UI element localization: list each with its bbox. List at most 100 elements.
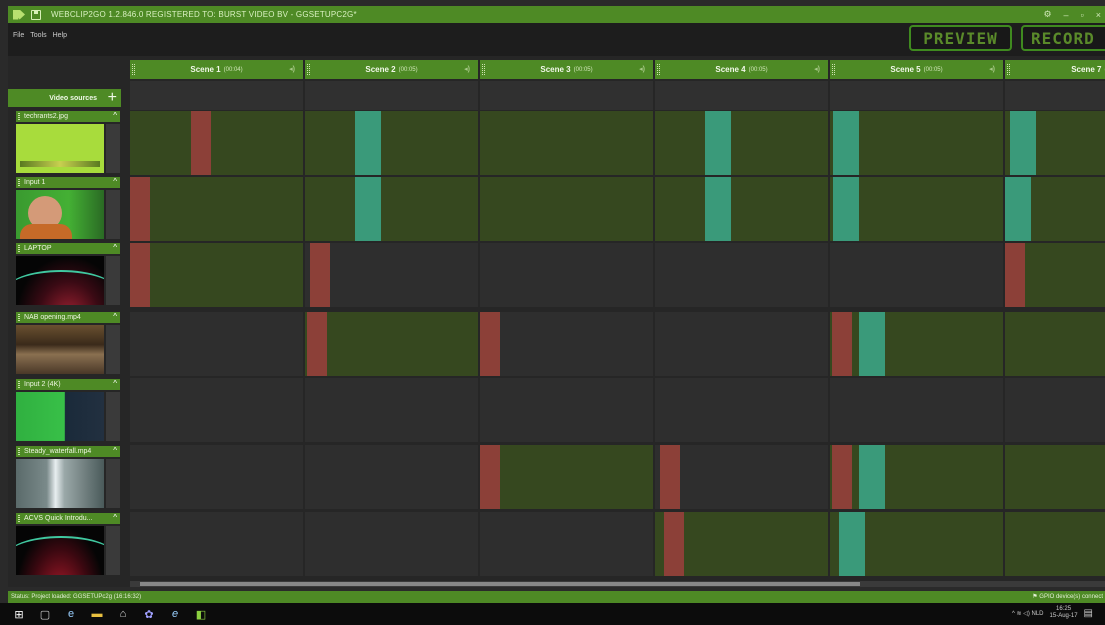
- scene-cell[interactable]: [130, 111, 303, 175]
- scene-cell[interactable]: [655, 512, 828, 576]
- notifications-icon[interactable]: ▤: [1084, 608, 1093, 619]
- scene-cell[interactable]: [130, 378, 303, 442]
- scene-header[interactable]: Scene 1 (00:04) ◂): [130, 60, 303, 79]
- video-source-item[interactable]: Steady_waterfall.mp4 ^: [16, 446, 120, 508]
- source-thumbnail[interactable]: [16, 459, 104, 508]
- source-label-bar[interactable]: Steady_waterfall.mp4 ^: [16, 446, 120, 457]
- record-button[interactable]: RECORD: [1021, 25, 1105, 51]
- drag-handle-icon[interactable]: [18, 448, 20, 455]
- transition-out-marker[interactable]: [832, 445, 852, 509]
- drag-handle-icon[interactable]: [18, 515, 20, 522]
- drag-handle-icon[interactable]: [132, 64, 135, 75]
- transition-out-marker[interactable]: [660, 445, 680, 509]
- start-button-icon[interactable]: ⊞: [12, 607, 26, 621]
- drag-handle-icon[interactable]: [18, 113, 20, 120]
- source-thumbnail[interactable]: [16, 392, 104, 441]
- scene-cell[interactable]: [305, 512, 478, 576]
- source-label-bar[interactable]: Input 2 (4K) ^: [16, 379, 120, 390]
- source-label-bar[interactable]: Input 1 ^: [16, 177, 120, 188]
- close-button[interactable]: ×: [1096, 10, 1101, 20]
- video-source-item[interactable]: Input 1 ^: [16, 177, 120, 239]
- edge-browser-icon[interactable]: e: [64, 607, 78, 621]
- maximize-button[interactable]: ▫: [1081, 10, 1084, 20]
- scene-cell[interactable]: [830, 445, 1003, 509]
- transition-out-marker[interactable]: [307, 312, 327, 376]
- store-icon[interactable]: ⌂: [116, 607, 130, 621]
- drag-handle-icon[interactable]: [18, 245, 20, 252]
- source-thumbnail[interactable]: [16, 256, 104, 305]
- scene-cell[interactable]: [1005, 243, 1105, 307]
- scene-cell[interactable]: [830, 177, 1003, 241]
- transition-out-marker[interactable]: [832, 312, 852, 376]
- chevron-up-icon[interactable]: ^: [113, 243, 117, 252]
- scene-cell[interactable]: [480, 512, 653, 576]
- minimize-button[interactable]: –: [1064, 10, 1069, 20]
- transition-in-marker[interactable]: [705, 111, 731, 175]
- chevron-up-icon[interactable]: ^: [113, 446, 117, 455]
- speaker-icon[interactable]: ◂): [289, 65, 295, 73]
- scene-cell[interactable]: [480, 243, 653, 307]
- transition-in-marker[interactable]: [859, 312, 885, 376]
- speaker-icon[interactable]: ◂): [989, 65, 995, 73]
- scene-cell[interactable]: [1005, 177, 1105, 241]
- scene-cell[interactable]: [480, 111, 653, 175]
- source-label-bar[interactable]: LAPTOP ^: [16, 243, 120, 254]
- scene-header[interactable]: Scene 5 (00:05) ◂): [830, 60, 1003, 79]
- drag-handle-icon[interactable]: [18, 314, 20, 321]
- scene-cell[interactable]: [305, 378, 478, 442]
- transition-in-marker[interactable]: [859, 445, 885, 509]
- drag-handle-icon[interactable]: [18, 381, 20, 388]
- webclip2go-taskbar-icon[interactable]: ◧: [194, 607, 208, 621]
- file-explorer-icon[interactable]: ▬: [90, 607, 104, 621]
- scene-header[interactable]: Scene 2 (00:05) ◂): [305, 60, 478, 79]
- speaker-icon[interactable]: ◂): [464, 65, 470, 73]
- scene-header[interactable]: Scene 7(0(◂): [1005, 60, 1105, 79]
- transition-in-marker[interactable]: [839, 512, 865, 576]
- transition-out-marker[interactable]: [1005, 243, 1025, 307]
- chevron-up-icon[interactable]: ^: [113, 177, 117, 186]
- video-source-item[interactable]: techrants2.jpg ^: [16, 111, 120, 173]
- menu-file[interactable]: File: [13, 32, 24, 39]
- scene-cell[interactable]: [830, 378, 1003, 442]
- scene-cell[interactable]: [480, 378, 653, 442]
- scene-cell[interactable]: [130, 312, 303, 376]
- scene-cell[interactable]: [830, 243, 1003, 307]
- scene-header[interactable]: Scene 4 (00:05) ◂): [655, 60, 828, 79]
- transition-in-marker[interactable]: [1005, 177, 1031, 241]
- drag-handle-icon[interactable]: [307, 64, 310, 75]
- scene-cell[interactable]: [130, 177, 303, 241]
- scene-cell[interactable]: [130, 512, 303, 576]
- source-thumbnail[interactable]: [16, 124, 104, 173]
- task-view-icon[interactable]: ▢: [38, 607, 52, 621]
- transition-in-marker[interactable]: [355, 177, 381, 241]
- drag-handle-icon[interactable]: [657, 64, 660, 75]
- transition-in-marker[interactable]: [833, 111, 859, 175]
- source-thumbnail[interactable]: [16, 526, 104, 575]
- chevron-up-icon[interactable]: ^: [113, 513, 117, 522]
- scene-cell[interactable]: [130, 445, 303, 509]
- transition-in-marker[interactable]: [355, 111, 381, 175]
- scene-cell[interactable]: [655, 177, 828, 241]
- scene-cell[interactable]: [305, 177, 478, 241]
- video-source-item[interactable]: Input 2 (4K) ^: [16, 379, 120, 441]
- scene-cell[interactable]: [830, 512, 1003, 576]
- scene-cell[interactable]: [305, 111, 478, 175]
- transition-out-marker[interactable]: [664, 512, 684, 576]
- scene-cell[interactable]: [305, 445, 478, 509]
- drag-handle-icon[interactable]: [482, 64, 485, 75]
- preview-button[interactable]: PREVIEW: [909, 25, 1012, 51]
- drag-handle-icon[interactable]: [832, 64, 835, 75]
- source-label-bar[interactable]: ACVS Quick Introdu... ^: [16, 513, 120, 524]
- transition-out-marker[interactable]: [130, 243, 150, 307]
- chevron-up-icon[interactable]: ^: [113, 111, 117, 120]
- scene-cell[interactable]: [830, 312, 1003, 376]
- drag-handle-icon[interactable]: [1007, 64, 1010, 75]
- source-thumbnail[interactable]: [16, 325, 104, 374]
- scene-cell[interactable]: [1005, 111, 1105, 175]
- scene-cell[interactable]: [480, 177, 653, 241]
- app-icon[interactable]: ✿: [142, 607, 156, 621]
- source-label-bar[interactable]: NAB opening.mp4 ^: [16, 312, 120, 323]
- drag-handle-icon[interactable]: [18, 179, 20, 186]
- tray-icons[interactable]: ^ ≋ ◁) NLD: [1012, 610, 1043, 617]
- speaker-icon[interactable]: ◂): [639, 65, 645, 73]
